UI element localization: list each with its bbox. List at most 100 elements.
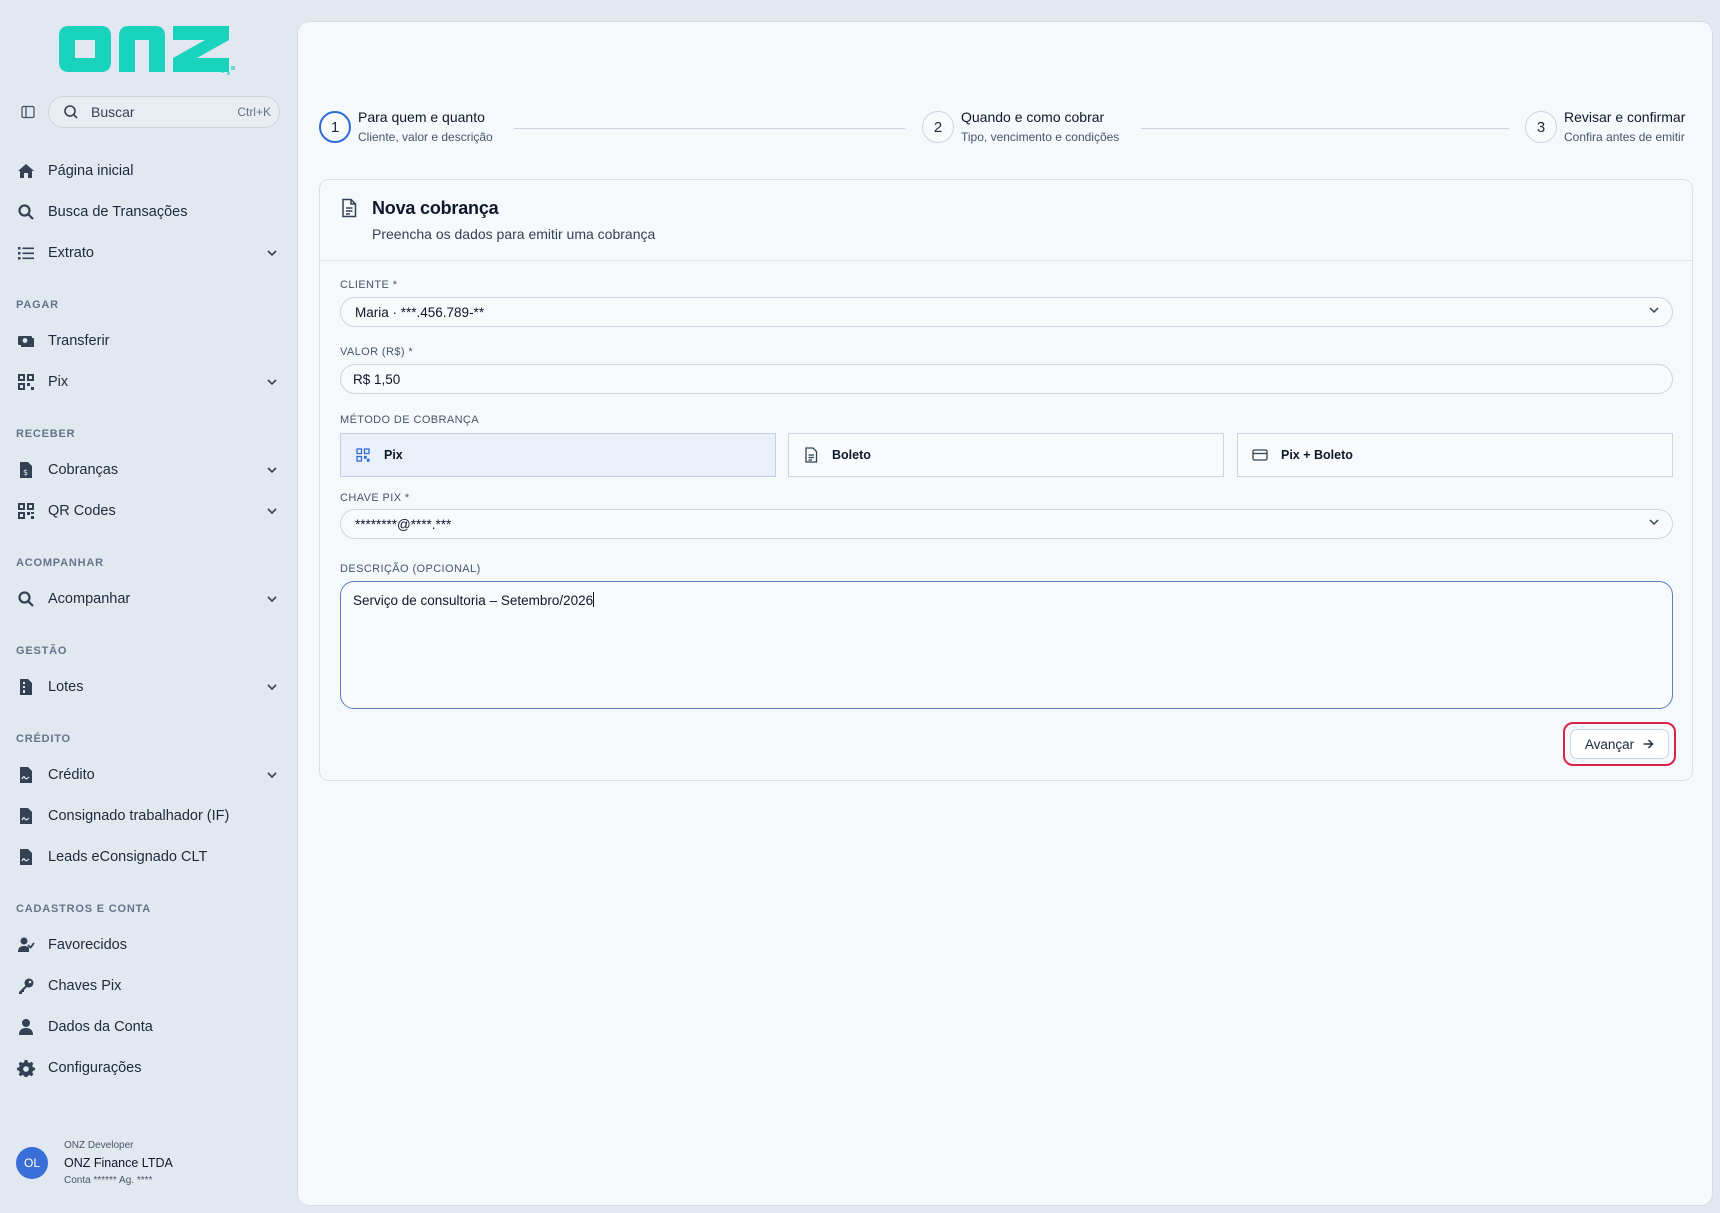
sidebar-item-account-data[interactable]: Dados da Conta [16, 1010, 280, 1044]
amount-input[interactable]: R$ 1,50 [340, 364, 1673, 394]
next-button-highlight: Avançar [1563, 722, 1676, 766]
sidebar-item-track[interactable]: Acompanhar [16, 582, 280, 616]
sidebar-item-label: Dados da Conta [48, 1019, 153, 1035]
step-1: 1 Para quem e quanto Cliente, valor e de… [319, 108, 493, 145]
sidebar-item-credit[interactable]: Crédito [16, 758, 280, 792]
next-button[interactable]: Avançar [1570, 729, 1669, 759]
step-3: 3 Revisar e confirmar Confira antes de e… [1525, 108, 1685, 145]
section-label-receive: RECEBER [16, 428, 76, 440]
step-number: 3 [1525, 111, 1557, 143]
sidebar-item-label: Extrato [48, 245, 94, 261]
sidebar-item-transfer[interactable]: Transferir [16, 324, 280, 358]
chevron-down-icon [264, 591, 280, 607]
gear-icon [16, 1058, 36, 1078]
sidebar-item-label: Página inicial [48, 163, 134, 179]
chevron-down-icon [1648, 303, 1660, 321]
sidebar-item-pix-keys[interactable]: Chaves Pix [16, 969, 280, 1003]
pix-key-select[interactable]: ********@****.*** [340, 509, 1673, 539]
sidebar-toggle-icon[interactable] [16, 100, 40, 124]
sidebar-item-label: Busca de Transações [48, 204, 188, 220]
user-icon [16, 1017, 36, 1037]
step-connector [514, 128, 905, 129]
form-subtitle: Preencha os dados para emitir uma cobran… [372, 226, 656, 242]
step-connector [1141, 128, 1509, 129]
step-subtitle: Cliente, valor e descrição [358, 130, 493, 144]
step-subtitle: Tipo, vencimento e condições [961, 130, 1120, 144]
sidebar-item-charges[interactable]: $ Cobranças [16, 453, 280, 487]
sidebar-item-label: Acompanhar [48, 591, 131, 607]
sidebar-item-label: Crédito [48, 767, 95, 783]
client-value: Maria · ***.456.789-** [355, 304, 485, 320]
client-select[interactable]: Maria · ***.456.789-** [340, 297, 1673, 327]
user-check-icon [16, 935, 36, 955]
sidebar: Buscar Ctrl+K Página inicial Busca de Tr… [0, 0, 297, 1213]
charge-form-card: Nova cobrança Preencha os dados para emi… [319, 179, 1693, 781]
method-option-label: Boleto [832, 448, 871, 462]
method-option-boleto[interactable]: Boleto [788, 433, 1224, 477]
chevron-down-icon [264, 374, 280, 390]
form-title: Nova cobrança [372, 198, 499, 218]
chevron-down-icon [264, 245, 280, 261]
amount-value: R$ 1,50 [353, 371, 401, 387]
qr-grid-icon [16, 372, 36, 392]
method-option-pix-boleto[interactable]: Pix + Boleto [1237, 433, 1673, 477]
method-option-label: Pix [384, 448, 403, 462]
account-role: ONZ Developer [64, 1140, 134, 1151]
section-label-registrations: CADASTROS E CONTA [16, 903, 152, 915]
sidebar-item-home[interactable]: Página inicial [16, 154, 280, 188]
sidebar-item-label: Lotes [48, 679, 84, 695]
sidebar-item-payroll-loan[interactable]: Consignado trabalhador (IF) [16, 799, 280, 833]
sidebar-item-pix[interactable]: Pix [16, 365, 280, 399]
sidebar-item-settings[interactable]: Configurações [16, 1051, 280, 1085]
sidebar-item-label: Consignado trabalhador (IF) [48, 808, 230, 824]
section-label-track: ACOMPANHAR [16, 557, 104, 569]
document-icon [340, 198, 358, 223]
search-icon [16, 202, 36, 222]
key-icon [16, 976, 36, 996]
pix-key-label: CHAVE PIX * [340, 492, 410, 504]
svg-text:$: $ [23, 468, 28, 477]
description-label: DESCRIÇÃO (OPCIONAL) [340, 563, 481, 575]
next-button-label: Avançar [1584, 736, 1635, 752]
list-icon [16, 243, 36, 263]
sidebar-item-label: Chaves Pix [48, 978, 122, 994]
description-value: Serviço de consultoria – Setembro/2026 [353, 593, 594, 608]
sidebar-item-transaction-search[interactable]: Busca de Transações [16, 195, 280, 229]
pix-key-value: ********@****.*** [355, 516, 452, 532]
sidebar-item-label: Configurações [48, 1060, 142, 1076]
file-signature-icon [16, 765, 36, 785]
qr-code-icon [355, 447, 371, 463]
step-number: 2 [922, 111, 954, 143]
search-input[interactable]: Buscar Ctrl+K [48, 96, 280, 128]
method-label: MÉTODO DE COBRANÇA [340, 414, 480, 426]
sidebar-item-statement[interactable]: Extrato [16, 236, 280, 270]
chevron-down-icon [264, 679, 280, 695]
credit-card-icon [1252, 447, 1268, 463]
method-options: Pix Boleto Pix + Boleto [340, 433, 1673, 477]
sidebar-item-leads[interactable]: Leads eConsignado CLT [16, 840, 280, 874]
search-label: Buscar [91, 104, 135, 120]
sidebar-item-favorites[interactable]: Favorecidos [16, 928, 280, 962]
sidebar-item-label: Leads eConsignado CLT [48, 849, 208, 865]
step-2: 2 Quando e como cobrar Tipo, vencimento … [922, 108, 1119, 145]
chevron-down-icon [264, 462, 280, 478]
document-icon [803, 447, 819, 463]
sidebar-item-qr-codes[interactable]: QR Codes [16, 494, 280, 528]
stepper: 1 Para quem e quanto Cliente, valor e de… [319, 108, 1699, 148]
file-archive-icon [16, 677, 36, 697]
sidebar-item-label: Pix [48, 374, 69, 390]
amount-label: VALOR (R$) * [340, 346, 414, 358]
sidebar-item-batches[interactable]: Lotes [16, 670, 280, 704]
method-option-pix[interactable]: Pix [340, 433, 776, 477]
step-subtitle: Confira antes de emitir [1564, 130, 1685, 144]
account-switcher[interactable]: OL ONZ Developer ONZ Finance LTDA Conta … [16, 1140, 173, 1186]
chevron-down-icon [264, 503, 280, 519]
money-transfer-icon [16, 331, 36, 351]
description-textarea[interactable]: Serviço de consultoria – Setembro/2026 [340, 581, 1673, 709]
sidebar-item-label: Cobranças [48, 462, 119, 478]
onz-logo[interactable] [55, 20, 237, 78]
text-caret [593, 592, 595, 607]
arrow-right-icon [1642, 738, 1654, 750]
section-label-credit: CRÉDITO [16, 733, 71, 745]
main-panel: 1 Para quem e quanto Cliente, valor e de… [297, 21, 1713, 1206]
